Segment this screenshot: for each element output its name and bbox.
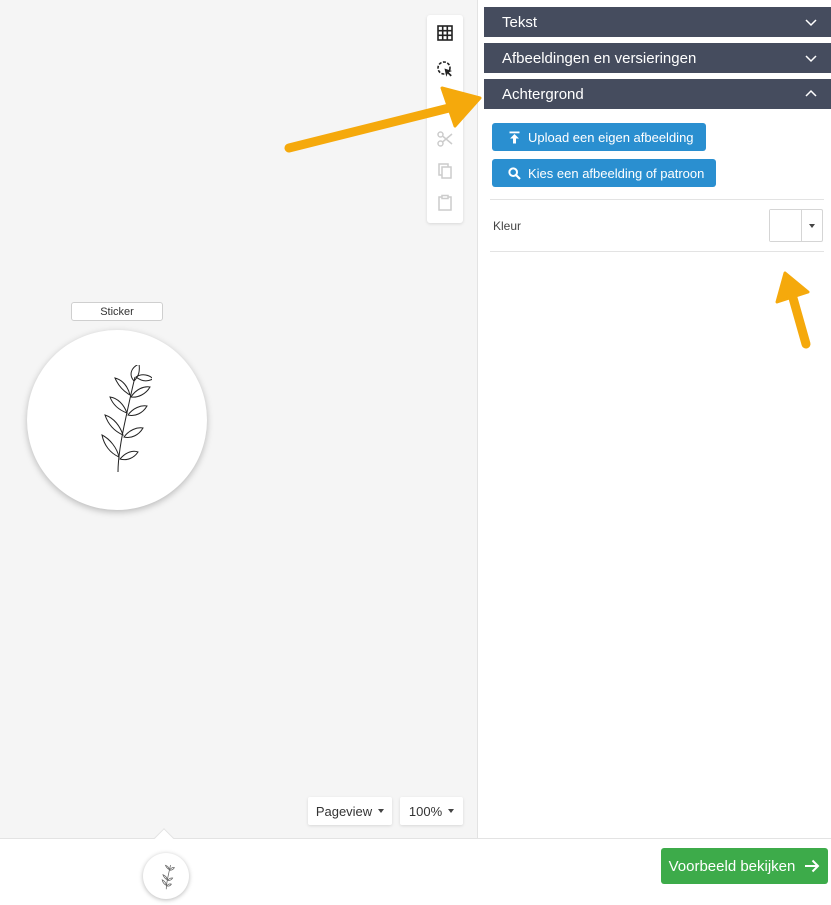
sticker-design[interactable]	[27, 330, 207, 510]
paste-button[interactable]	[427, 187, 463, 219]
chevron-down-icon	[805, 55, 817, 63]
sticker-label: Sticker	[71, 302, 163, 321]
accordion-achtergrond[interactable]: Achtergrond	[484, 79, 831, 109]
accordion-label: Tekst	[502, 13, 538, 31]
leaf-branch-icon	[161, 864, 176, 890]
upload-icon	[509, 131, 520, 143]
canvas-toolbar	[427, 15, 463, 223]
scissors-icon	[437, 131, 453, 147]
upload-image-button[interactable]: Upload een eigen afbeelding	[492, 123, 706, 151]
page-thumbnail[interactable]	[143, 853, 189, 899]
chevron-up-icon	[805, 89, 817, 97]
select-button[interactable]	[427, 53, 463, 85]
leaf-branch-icon	[101, 365, 152, 473]
zoom-dropdown[interactable]: 100%	[400, 797, 463, 825]
color-label: Kleur	[493, 219, 522, 233]
choose-image-button[interactable]: Kies een afbeelding of patroon	[492, 159, 717, 187]
preview-button-label: Voorbeeld bekijken	[668, 857, 796, 875]
accordion-tekst[interactable]: Tekst	[484, 7, 831, 37]
caret-down-icon	[448, 809, 455, 813]
accordion-label: Afbeeldingen en versieringen	[502, 49, 697, 67]
choose-button-label: Kies een afbeelding of patroon	[528, 165, 705, 181]
accordion-label: Achtergrond	[502, 85, 584, 103]
divider	[490, 199, 824, 200]
accordion-afbeeldingen[interactable]: Afbeeldingen en versieringen	[484, 43, 831, 73]
color-swatch	[770, 210, 802, 241]
color-picker[interactable]	[769, 209, 823, 242]
preview-button[interactable]: Voorbeeld bekijken	[661, 848, 828, 884]
cut-button[interactable]	[427, 123, 463, 155]
pageview-label: Pageview	[315, 803, 373, 819]
select-icon	[437, 61, 452, 77]
caret-down-icon	[802, 210, 822, 241]
search-icon	[508, 166, 521, 180]
arrow-right-icon	[805, 859, 820, 873]
divider	[490, 251, 824, 252]
grid-button[interactable]	[427, 17, 463, 49]
copy-button[interactable]	[427, 155, 463, 187]
pageview-dropdown[interactable]: Pageview	[308, 797, 392, 825]
chevron-down-icon	[805, 19, 817, 27]
caret-down-icon	[378, 809, 385, 813]
upload-button-label: Upload een eigen afbeelding	[528, 129, 694, 145]
copy-icon	[438, 163, 452, 179]
zoom-label: 100%	[408, 803, 443, 819]
grid-icon	[437, 25, 453, 41]
paste-icon	[438, 194, 452, 211]
